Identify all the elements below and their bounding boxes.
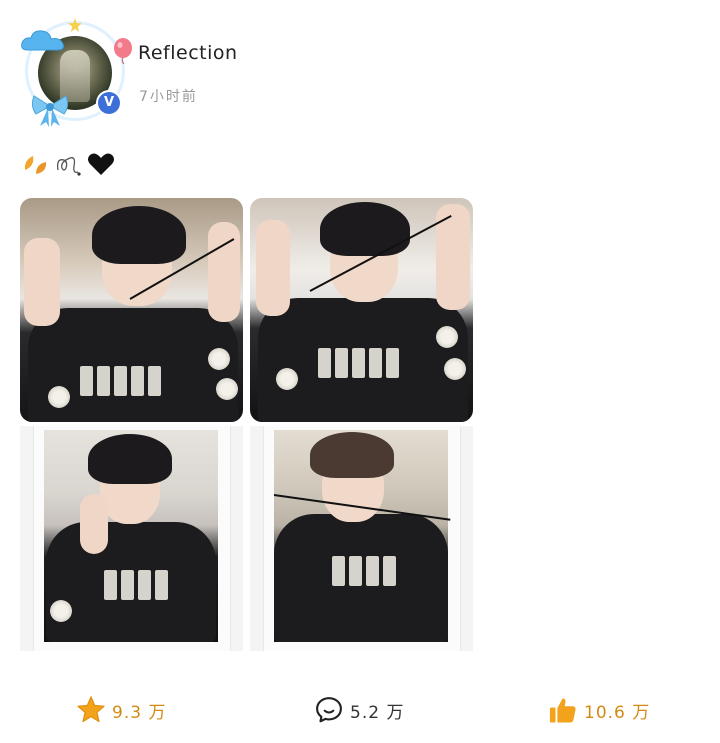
sweater-print [80,366,161,396]
sweater-print [332,556,396,586]
arm-left [24,238,60,326]
flower-decoration [276,368,298,390]
photo-1[interactable] [20,198,243,422]
avatar[interactable]: V [20,14,136,130]
ribbon-bow-icon [31,95,69,127]
hair [88,434,172,484]
polaroid-image [44,430,218,642]
flower-decoration [208,348,230,370]
hair [320,202,410,256]
action-bar: 9.3 万 5.2 万 10.6 万 [0,690,720,730]
flower-decoration [444,358,466,380]
like-button[interactable]: 10.6 万 [548,690,650,730]
comment-count: 5.2 万 [350,702,405,723]
star-icon [77,696,105,723]
hair [310,432,394,478]
sparkle-icon [68,18,82,32]
favorite-count: 9.3 万 [112,702,167,723]
black-heart-emoji [88,153,114,175]
comment-button[interactable]: 5.2 万 [314,690,404,730]
arm-right [208,222,240,322]
thumbs-up-icon [549,698,576,723]
verified-badge: V [98,92,120,114]
photo-4[interactable] [250,426,473,651]
photo-3[interactable] [20,426,243,651]
photo-2[interactable] [250,198,473,422]
arm [80,494,108,554]
sweater-print [318,348,399,378]
arm-left [256,220,290,316]
post-time: 7小时前 [139,89,198,105]
cloud-icon [21,30,64,51]
flower-decoration [216,378,238,400]
leaves-emoji [24,156,47,174]
flower-decoration [50,600,72,622]
flower-decoration [48,386,70,408]
comment-icon [316,697,342,723]
hair [92,206,186,264]
flower-decoration [436,326,458,348]
like-count: 10.6 万 [584,702,651,723]
balloon-icon [114,38,132,64]
bow-doodle-emoji [56,157,81,176]
favorite-button[interactable]: 9.3 万 [76,690,166,730]
username[interactable]: Reflection [138,42,238,64]
post-content [22,150,116,178]
sweater-print [104,570,168,600]
polaroid-image [273,430,451,642]
